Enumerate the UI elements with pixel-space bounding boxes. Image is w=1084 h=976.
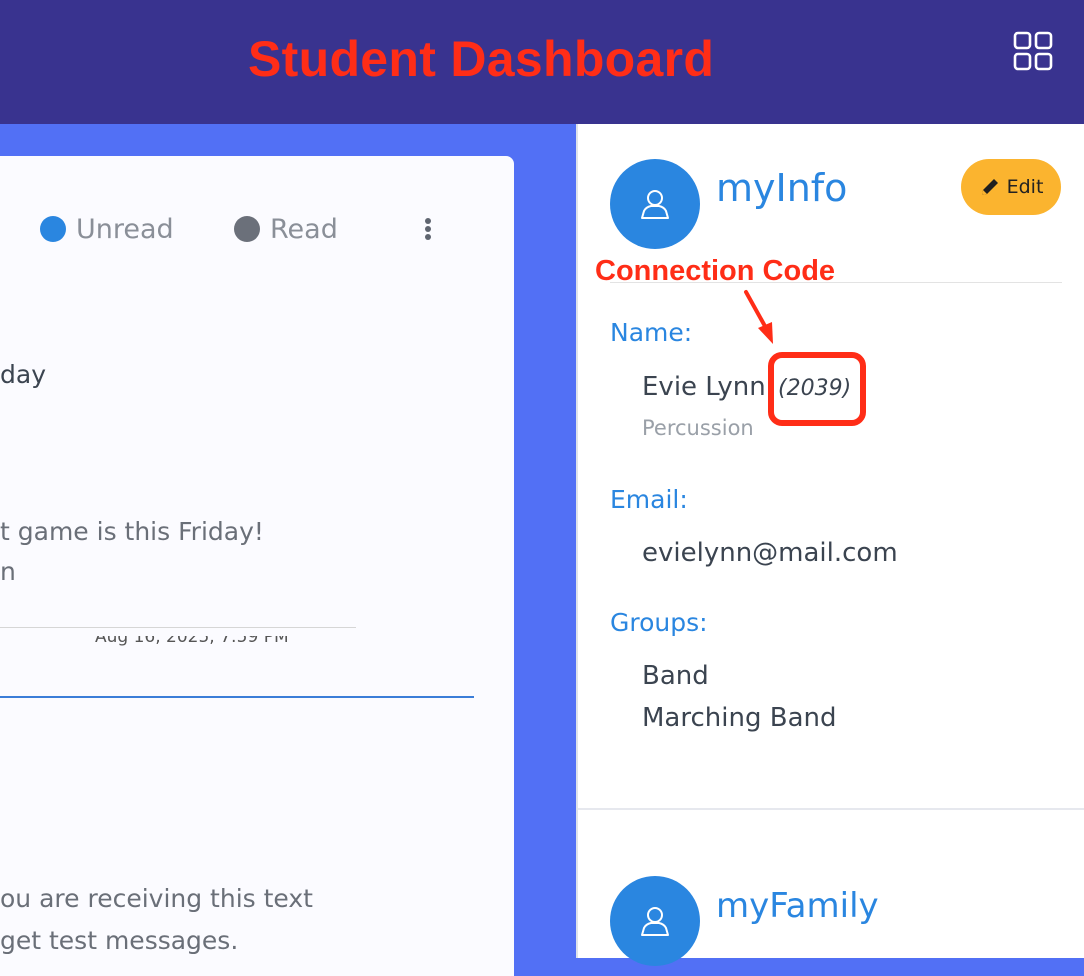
user-icon bbox=[641, 907, 669, 936]
group-item: Marching Band bbox=[642, 703, 837, 733]
message-date: Aug 16, 2025, 7:59 PM bbox=[95, 636, 355, 656]
annotation-highlight-box bbox=[768, 352, 866, 426]
message-date-text: Aug 16, 2025, 7:59 PM bbox=[95, 636, 289, 647]
myfamily-title: myFamily bbox=[716, 886, 879, 926]
message-body-line: get test messages. bbox=[0, 926, 239, 955]
avatar bbox=[610, 159, 700, 249]
legend-unread-label: Unread bbox=[76, 213, 174, 245]
legend-read-label: Read bbox=[270, 213, 338, 245]
groups-label: Groups: bbox=[610, 608, 708, 637]
kebab-icon[interactable] bbox=[418, 212, 438, 246]
student-instrument: Percussion bbox=[642, 416, 754, 440]
read-dot-icon bbox=[234, 216, 260, 242]
message-body: ou are receiving this text get test mess… bbox=[0, 878, 313, 962]
edit-button[interactable]: Edit bbox=[961, 159, 1061, 215]
annotation-connection-code-label: Connection Code bbox=[595, 255, 836, 287]
myinfo-title: myInfo bbox=[716, 166, 848, 210]
message-body-line: n bbox=[0, 557, 16, 586]
message-divider bbox=[0, 627, 356, 628]
legend-read[interactable]: Read bbox=[234, 212, 338, 246]
annotation-dashboard-title: Student Dashboard bbox=[248, 31, 715, 87]
name-label: Name: bbox=[610, 318, 693, 347]
message-active-underline bbox=[0, 696, 474, 698]
message-body-line: t game is this Friday! bbox=[0, 517, 264, 546]
grid-icon[interactable] bbox=[1013, 31, 1053, 71]
email-label: Email: bbox=[610, 485, 688, 514]
message-title[interactable]: day bbox=[0, 360, 46, 389]
edit-button-label: Edit bbox=[1006, 176, 1044, 198]
user-icon bbox=[641, 190, 669, 219]
annotation-arrow-icon bbox=[744, 290, 773, 344]
message-body: t game is this Friday! n bbox=[0, 512, 264, 592]
group-item: Band bbox=[642, 661, 709, 691]
student-name: Evie Lynn bbox=[642, 372, 766, 402]
section-separator bbox=[578, 808, 1084, 810]
legend-unread[interactable]: Unread bbox=[40, 212, 174, 246]
avatar bbox=[610, 876, 700, 966]
message-body-line: ou are receiving this text bbox=[0, 884, 313, 913]
student-email: evielynn@mail.com bbox=[642, 538, 898, 568]
pencil-icon bbox=[981, 179, 998, 195]
unread-dot-icon bbox=[40, 216, 66, 242]
